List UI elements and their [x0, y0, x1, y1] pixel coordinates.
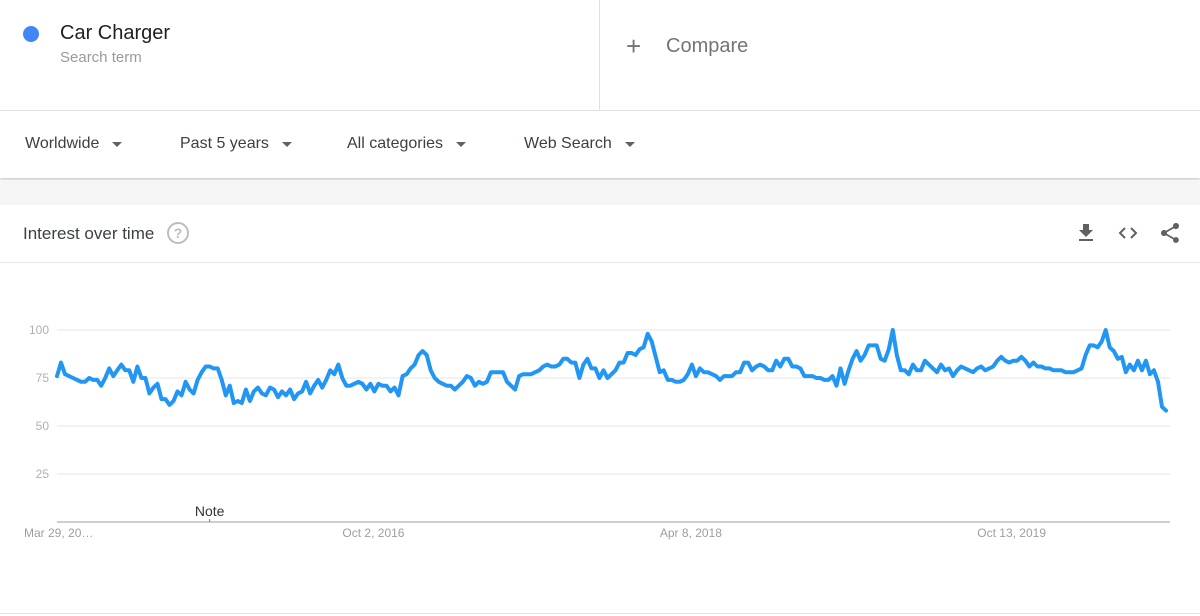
search-term-type: Search term [60, 49, 142, 66]
caret-down-icon [624, 141, 635, 147]
x-tick-label: Oct 13, 2019 [977, 526, 1046, 540]
category-filter[interactable]: All categories [347, 135, 467, 153]
region-filter-label: Worldwide [25, 135, 100, 152]
plus-icon: + [626, 31, 642, 61]
note-annotation[interactable]: Note [195, 503, 225, 519]
y-tick-label: 100 [29, 323, 49, 337]
section-divider [0, 180, 1200, 205]
time-range-filter-label: Past 5 years [180, 135, 269, 152]
search-type-filter[interactable]: Web Search [524, 135, 635, 153]
filter-bar: Worldwide Past 5 years All categories We… [0, 111, 1200, 178]
x-tick-label: Apr 8, 2018 [660, 526, 722, 540]
search-terms-bar: Car Charger Search term + Compare [0, 0, 1200, 111]
y-tick-label: 75 [36, 371, 50, 385]
x-tick-label: Mar 29, 20… [24, 526, 93, 540]
caret-down-icon [456, 141, 467, 147]
footer-divider [0, 613, 1200, 614]
caret-down-icon [281, 141, 292, 147]
compare-button[interactable]: + Compare [626, 31, 749, 61]
category-filter-label: All categories [347, 135, 444, 152]
region-filter[interactable]: Worldwide [25, 135, 123, 153]
search-term-name[interactable]: Car Charger [60, 22, 170, 45]
x-tick-label: Oct 2, 2016 [342, 526, 404, 540]
search-type-filter-label: Web Search [524, 135, 612, 152]
compare-label: Compare [666, 34, 749, 57]
interest-over-time-card: Interest over time ? 100 75 50 25 Note Mar … [0, 205, 1200, 616]
y-tick-label: 25 [36, 467, 50, 481]
search-term-card[interactable]: Car Charger Search term [0, 0, 600, 110]
time-range-filter[interactable]: Past 5 years [180, 135, 292, 153]
series-line-car-charger[interactable] [55, 328, 1168, 413]
series-color-dot [23, 26, 39, 42]
caret-down-icon [112, 141, 123, 147]
interest-line-chart[interactable]: 100 75 50 25 Note Mar 29, 20… Oct 2, 2016 Apr… [0, 205, 1200, 616]
y-tick-label: 50 [36, 419, 50, 433]
